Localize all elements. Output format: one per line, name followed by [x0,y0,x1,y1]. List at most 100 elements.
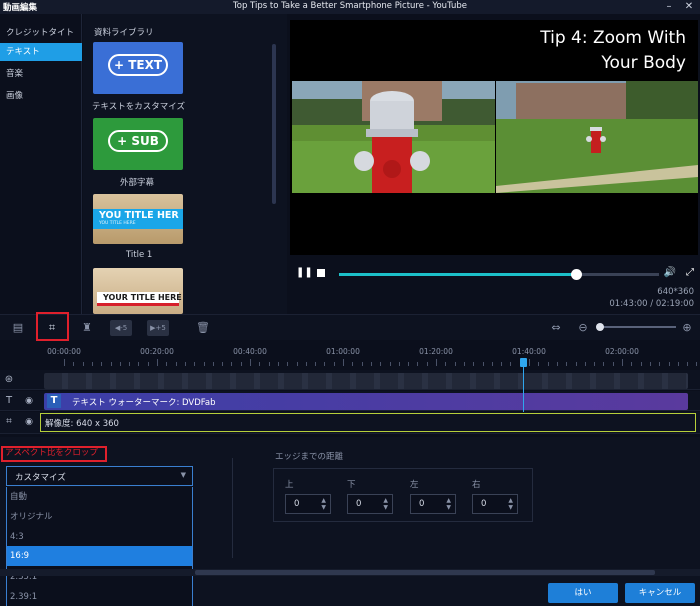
dropdown-value: カスタマイズ [15,473,66,483]
ruler-tick [157,359,158,366]
ruler-tick [501,362,503,366]
reel-icon: ⊛ [4,374,14,385]
text-tile[interactable]: + TEXT [93,42,183,94]
scrollbar-thumb[interactable] [195,570,655,575]
ruler-tick [352,362,354,366]
ok-button[interactable]: はい [548,583,618,603]
edge-distance-title: エッジまでの距離 [275,452,344,462]
preview-resolution: 640*360 [657,287,694,297]
crop-tool-highlight [36,312,69,341]
resolution-clip[interactable]: 解像度: 640 x 360 [40,413,696,432]
volume-icon[interactable]: 🔊 [664,267,676,278]
material-library: 資料ライブラリ + TEXT テキストをカスタマイズ + SUB 外部字幕 YO… [83,14,287,314]
seek-progress [339,273,576,276]
aspect-ratio-dropdown[interactable]: カスタマイズ ▼ [6,466,193,486]
ruler-tick [594,362,596,366]
horizontal-scrollbar[interactable] [0,569,700,576]
chevron-down-icon: ▼ [180,471,186,479]
minimize-icon[interactable]: – [660,0,678,14]
option-2-39-1[interactable]: 2.39:1 [7,587,192,606]
ruler-tick [529,359,530,366]
aspect-ratio-options: 自動 オリジナル 4:3 16:9 2.35:1 2.39:1 [6,487,193,606]
ruler-tick [380,362,382,366]
edge-bottom-label: 下 [347,480,356,490]
ruler-tick [436,359,437,366]
ruler-tick [361,362,363,366]
category-sidebar: クレジットタイトル テキスト 音楽 画像 [0,14,82,314]
seek-handle[interactable] [570,269,582,280]
crop-track-icon: ⌗ [6,416,12,427]
ruler-tick [287,362,289,366]
stepper-arrows-icon[interactable]: ▲ ▼ [508,497,513,511]
stepper-arrows-icon[interactable]: ▲ ▼ [383,497,388,511]
ruler-tick [640,362,642,366]
edge-right-stepper[interactable]: 0 ▲ ▼ [472,494,518,514]
film-icon[interactable]: ▤ [11,320,25,336]
ruler-tick [575,362,577,366]
title2-tile[interactable]: YOUR TITLE HERE [93,268,183,314]
edge-right-label: 右 [472,480,481,490]
ruler-tick [222,362,224,366]
rewind-5-icon[interactable]: ◀-5 [110,320,132,336]
edge-left-stepper[interactable]: 0 ▲ ▼ [410,494,456,514]
forward-5-icon[interactable]: ▶+5 [147,320,169,336]
fit-timeline-icon[interactable]: ⇔ [548,320,564,336]
option-16-9[interactable]: 16:9 [7,546,192,566]
ruler-tick [603,362,605,366]
title1-tile[interactable]: YOU TITLE HER YOU TITLE HERE [93,194,183,244]
pause-icon[interactable]: ❚❚ [296,267,313,278]
sidebar-item-image[interactable]: 画像 [0,87,82,105]
title-bar: 動画編集 Top Tips to Take a Better Smartphon… [0,0,700,14]
overlay-line-2: Your Body [601,53,686,73]
ruler-tick [463,362,465,366]
edge-bottom-value: 0 [356,499,362,509]
sidebar-item-credit-title[interactable]: クレジットタイトル [0,24,82,56]
ruler-tick [510,362,512,366]
zoom-out-icon[interactable]: ⊖ [576,320,590,336]
timeline-ruler[interactable]: 00:00:00 00:20:00 00:40:00 01:00:00 01:2… [0,342,700,368]
stepper-arrows-icon[interactable]: ▲ ▼ [321,497,326,511]
title1-sub-text: YOU TITLE HERE [99,221,136,226]
ruler-tick [696,362,698,366]
ruler-tick [175,362,177,366]
fullscreen-icon[interactable]: ⤢ [686,267,694,278]
video-preview[interactable]: Tip 4: Zoom With Your Body [290,20,698,255]
ruler-tick [166,362,168,366]
ruler-tick [194,362,196,366]
delete-icon[interactable]: 🗑 [196,320,210,336]
add-sub-pill: + SUB [108,130,168,152]
library-scrollbar[interactable] [272,44,276,204]
cancel-button[interactable]: キャンセル [625,583,695,603]
zoom-in-icon[interactable]: ⊕ [680,320,694,336]
eye-icon[interactable]: ◉ [22,415,36,429]
zoom-slider[interactable] [598,326,676,328]
option-original[interactable]: オリジナル [7,507,192,527]
ruler-tick [268,362,270,366]
text-track: T ◉ T テキスト ウォーターマーク: DVDFab [0,391,700,411]
option-auto[interactable]: 自動 [7,487,192,507]
stepper-arrows-icon[interactable]: ▲ ▼ [446,497,451,511]
video-clip-filmstrip[interactable] [44,373,688,389]
ruler-tick [482,362,484,366]
option-4-3[interactable]: 4:3 [7,527,192,547]
ruler-tick [333,362,335,366]
subtitle-tile-caption: 外部字幕 [120,178,155,188]
ruler-tick [454,362,456,366]
edge-bottom-stepper[interactable]: 0 ▲ ▼ [347,494,393,514]
subtitle-tile[interactable]: + SUB [93,118,183,170]
playhead-handle[interactable] [520,358,527,367]
close-icon[interactable]: ✕ [680,0,698,14]
sidebar-item-text[interactable]: テキスト [0,43,82,61]
sidebar-item-music[interactable]: 音楽 [0,65,82,83]
text-tile-caption: テキストをカスタマイズ [92,102,185,112]
zoom-handle[interactable] [596,323,604,331]
ruler-tick [566,362,568,366]
stop-icon[interactable] [317,269,325,277]
text-watermark-clip[interactable]: T テキスト ウォーターマーク: DVDFab [44,393,688,410]
ruler-tick [408,362,410,366]
eye-icon[interactable]: ◉ [22,394,36,408]
watermark-icon[interactable]: ♜ [80,320,94,336]
seek-bar[interactable] [339,269,659,280]
edge-top-stepper[interactable]: 0 ▲ ▼ [285,494,331,514]
ruler-tick [240,362,242,366]
